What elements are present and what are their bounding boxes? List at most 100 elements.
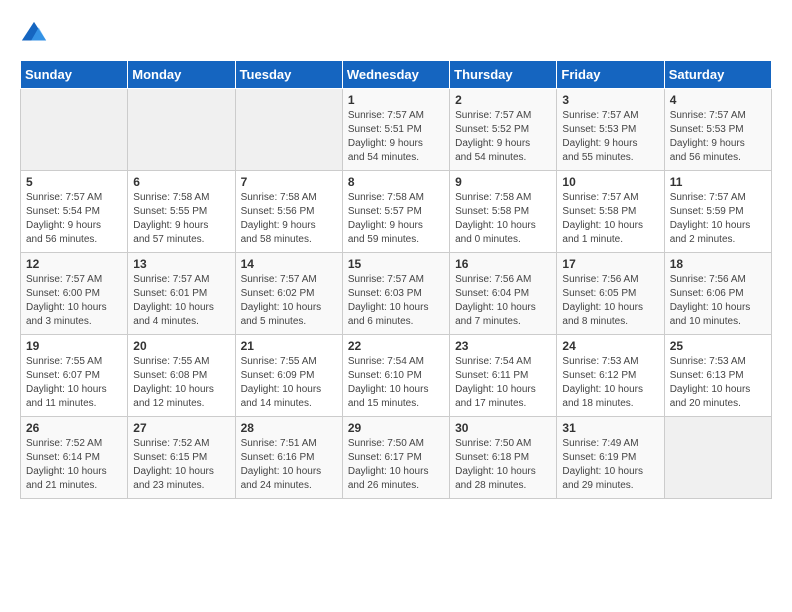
cell-line: Daylight: 10 hours [455,465,551,479]
cell-line: Sunset: 5:58 PM [562,205,658,219]
cell-line: and 1 minute. [562,233,658,247]
cell-content: Sunrise: 7:58 AMSunset: 5:58 PMDaylight:… [455,191,551,247]
cell-line: Daylight: 10 hours [241,465,337,479]
cell-line: Sunset: 5:53 PM [562,123,658,137]
cell-content: Sunrise: 7:52 AMSunset: 6:15 PMDaylight:… [133,437,229,493]
cell-content: Sunrise: 7:57 AMSunset: 6:02 PMDaylight:… [241,273,337,329]
cell-line: Sunrise: 7:56 AM [670,273,766,287]
cell-line: Sunset: 6:07 PM [26,369,122,383]
cell-line: Daylight: 9 hours [348,137,444,151]
cell-line: Daylight: 9 hours [26,219,122,233]
header [20,20,772,48]
cell-line: Sunset: 6:12 PM [562,369,658,383]
cell-line: Sunset: 6:14 PM [26,451,122,465]
cell-line: Daylight: 10 hours [26,465,122,479]
cell-line: Daylight: 10 hours [26,383,122,397]
calendar-cell: 2Sunrise: 7:57 AMSunset: 5:52 PMDaylight… [450,89,557,171]
cell-line: Sunrise: 7:50 AM [348,437,444,451]
cell-line: Daylight: 10 hours [241,301,337,315]
cell-line: Daylight: 10 hours [348,465,444,479]
calendar-cell [21,89,128,171]
cell-line: Sunrise: 7:57 AM [348,273,444,287]
cell-content: Sunrise: 7:57 AMSunset: 5:51 PMDaylight:… [348,109,444,165]
cell-line: Daylight: 10 hours [562,383,658,397]
cell-line: Sunset: 6:04 PM [455,287,551,301]
day-number: 11 [670,175,766,189]
cell-line: Daylight: 10 hours [670,219,766,233]
cell-line: Sunrise: 7:58 AM [241,191,337,205]
cell-content: Sunrise: 7:57 AMSunset: 5:53 PMDaylight:… [562,109,658,165]
weekday-header-row: SundayMondayTuesdayWednesdayThursdayFrid… [21,61,772,89]
calendar-cell: 27 Sunrise: 7:52 AMSunset: 6:15 PMDayligh… [128,417,235,499]
cell-content: Sunrise: 7:58 AMSunset: 5:57 PMDaylight:… [348,191,444,247]
day-number: 27 [133,421,229,435]
cell-line: Daylight: 9 hours [133,219,229,233]
cell-line: Sunset: 5:58 PM [455,205,551,219]
calendar-cell: 25Sunrise: 7:53 AMSunset: 6:13 PMDayligh… [664,335,771,417]
cell-line: Sunrise: 7:54 AM [455,355,551,369]
calendar-cell: 7Sunrise: 7:58 AMSunset: 5:56 PMDaylight… [235,171,342,253]
cell-line: Sunrise: 7:57 AM [670,191,766,205]
cell-line: Sunset: 6:13 PM [670,369,766,383]
day-number: 2 [455,93,551,107]
cell-line: Sunrise: 7:57 AM [133,273,229,287]
cell-content: Sunrise: 7:50 AMSunset: 6:17 PMDaylight:… [348,437,444,493]
cell-content: Sunrise: 7:58 AMSunset: 5:56 PMDaylight:… [241,191,337,247]
cell-line: Sunset: 5:54 PM [26,205,122,219]
cell-content: Sunrise: 7:55 AMSunset: 6:08 PMDaylight:… [133,355,229,411]
cell-line: Daylight: 10 hours [348,383,444,397]
cell-content: Sunrise: 7:58 AMSunset: 5:55 PMDaylight:… [133,191,229,247]
cell-line: and 57 minutes. [133,233,229,247]
calendar-cell: 13Sunrise: 7:57 AMSunset: 6:01 PMDayligh… [128,253,235,335]
cell-line: Daylight: 10 hours [670,301,766,315]
day-number: 4 [670,93,766,107]
cell-line: Sunset: 5:57 PM [348,205,444,219]
cell-line: Sunrise: 7:56 AM [455,273,551,287]
cell-line: Sunset: 6:08 PM [133,369,229,383]
cell-line: and 18 minutes. [562,397,658,411]
cell-content: Sunrise: 7:52 AMSunset: 6:14 PMDaylight:… [26,437,122,493]
day-number: 21 [241,339,337,353]
cell-line: and 6 minutes. [348,315,444,329]
cell-line: Sunrise: 7:57 AM [670,109,766,123]
cell-content: Sunrise: 7:57 AMSunset: 5:59 PMDaylight:… [670,191,766,247]
cell-line: Daylight: 10 hours [455,383,551,397]
cell-content: Sunrise: 7:56 AMSunset: 6:05 PMDaylight:… [562,273,658,329]
cell-line: and 54 minutes. [348,151,444,165]
cell-line: Daylight: 10 hours [455,219,551,233]
cell-line: Sunrise: 7:57 AM [562,191,658,205]
cell-line: Sunrise: 7:56 AM [562,273,658,287]
cell-content: Sunrise: 7:56 AMSunset: 6:04 PMDaylight:… [455,273,551,329]
cell-line: Sunset: 6:09 PM [241,369,337,383]
cell-line: Sunrise: 7:57 AM [348,109,444,123]
cell-line: Sunset: 6:01 PM [133,287,229,301]
calendar-cell: 29Sunrise: 7:50 AMSunset: 6:17 PMDayligh… [342,417,449,499]
calendar-cell: 10Sunrise: 7:57 AMSunset: 5:58 PMDayligh… [557,171,664,253]
day-number: 25 [670,339,766,353]
week-row-4: 19Sunrise: 7:55 AMSunset: 6:07 PMDayligh… [21,335,772,417]
cell-content: Sunrise: 7:55 AMSunset: 6:09 PMDaylight:… [241,355,337,411]
cell-line: Daylight: 10 hours [670,383,766,397]
weekday-header-wednesday: Wednesday [342,61,449,89]
cell-line: Sunset: 6:15 PM [133,451,229,465]
cell-line: Sunrise: 7:49 AM [562,437,658,451]
cell-line: Sunrise: 7:52 AM [26,437,122,451]
calendar-cell: 16Sunrise: 7:56 AMSunset: 6:04 PMDayligh… [450,253,557,335]
cell-line: Sunrise: 7:50 AM [455,437,551,451]
weekday-header-thursday: Thursday [450,61,557,89]
day-number: 1 [348,93,444,107]
cell-line: Sunrise: 7:57 AM [455,109,551,123]
day-number: 9 [455,175,551,189]
calendar-cell: 18Sunrise: 7:56 AMSunset: 6:06 PMDayligh… [664,253,771,335]
cell-line: and 7 minutes. [455,315,551,329]
cell-line: Sunset: 6:00 PM [26,287,122,301]
calendar-cell: 9 Sunrise: 7:58 AMSunset: 5:58 PMDaylight… [450,171,557,253]
calendar-cell: 22Sunrise: 7:54 AMSunset: 6:10 PMDayligh… [342,335,449,417]
week-row-2: 5Sunrise: 7:57 AMSunset: 5:54 PMDaylight… [21,171,772,253]
cell-content: Sunrise: 7:54 AMSunset: 6:10 PMDaylight:… [348,355,444,411]
week-row-5: 26Sunrise: 7:52 AMSunset: 6:14 PMDayligh… [21,417,772,499]
calendar-cell [664,417,771,499]
cell-line: Daylight: 10 hours [26,301,122,315]
day-number: 14 [241,257,337,271]
cell-line: and 11 minutes. [26,397,122,411]
